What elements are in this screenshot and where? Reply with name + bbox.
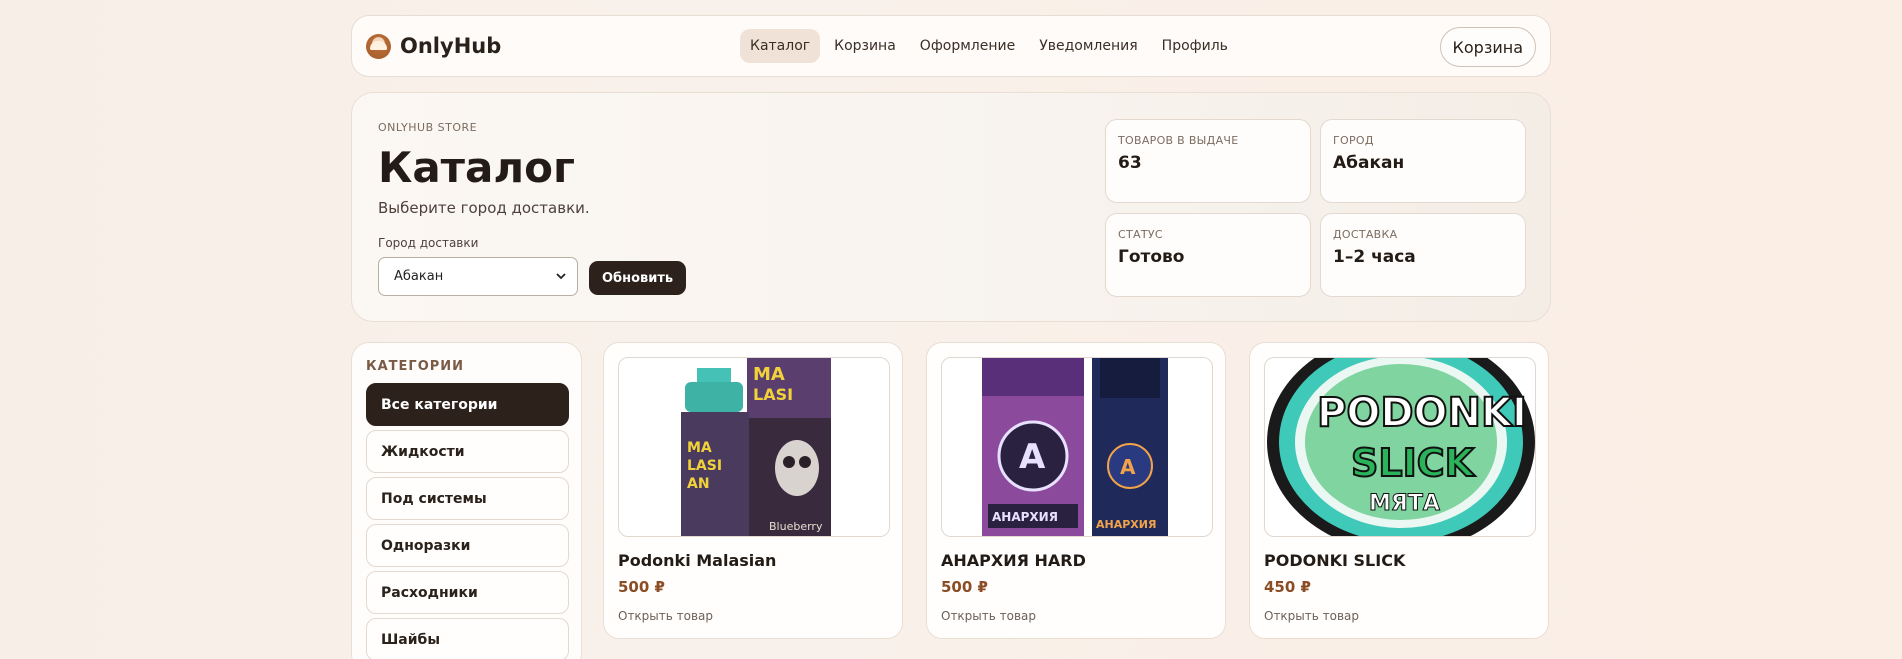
open-product-link[interactable]: Открыть товар — [1264, 609, 1359, 623]
chevron-down-icon — [556, 273, 566, 280]
stat-value: 63 — [1118, 153, 1142, 173]
category-liquids[interactable]: Жидкости — [366, 430, 569, 473]
product-image-malasian[interactable]: MA LASI Blueberry MA LASI AN — [618, 357, 890, 537]
city-select[interactable]: Абакан — [378, 257, 578, 296]
stat-value: 1–2 часа — [1333, 247, 1416, 267]
svg-text:LASI: LASI — [687, 458, 722, 474]
svg-text:Blueberry: Blueberry — [769, 520, 823, 533]
category-all[interactable]: Все категории — [366, 383, 569, 426]
svg-text:МЯТА: МЯТА — [1369, 491, 1440, 516]
product-image-podonki-slick[interactable]: PODONKI SLICK МЯТА — [1264, 357, 1536, 537]
product-image: PODONKI SLICK МЯТА — [1267, 358, 1535, 536]
svg-text:A: A — [1120, 455, 1136, 479]
brand-logo-icon — [366, 33, 391, 59]
product-price: 500 ₽ — [618, 578, 665, 596]
product-image: A АНАРХИЯ A АНАРХИЯ — [982, 358, 1168, 536]
svg-text:АНАРХИЯ: АНАРХИЯ — [992, 510, 1058, 524]
category-pod-systems[interactable]: Под системы — [366, 477, 569, 520]
page-title: Каталог — [378, 143, 575, 192]
nav-item-notifications[interactable]: Уведомления — [1029, 29, 1147, 63]
svg-text:A: A — [1019, 437, 1046, 477]
product-card[interactable]: MA LASI Blueberry MA LASI AN Podonki Mal… — [603, 342, 903, 639]
svg-text:LASI: LASI — [753, 385, 793, 404]
svg-text:PODONKI: PODONKI — [1317, 390, 1527, 436]
open-product-link[interactable]: Открыть товар — [618, 609, 713, 623]
hero-panel: ONLYHUB STORE Каталог Выберите город дос… — [351, 92, 1551, 322]
nav-item-catalog[interactable]: Каталог — [740, 29, 821, 63]
page-subtitle: Выберите город доставки. — [378, 199, 590, 217]
product-price: 450 ₽ — [1264, 578, 1311, 596]
product-image-anarchy[interactable]: A АНАРХИЯ A АНАРХИЯ — [941, 357, 1213, 537]
nav-item-cart[interactable]: Корзина — [824, 29, 906, 63]
svg-text:MA: MA — [753, 364, 785, 385]
product-name: PODONKI SLICK — [1264, 551, 1406, 570]
city-select-value: Абакан — [394, 269, 444, 284]
stat-card-city: ГОРОД Абакан — [1320, 119, 1526, 203]
cart-button[interactable]: Корзина — [1439, 27, 1536, 67]
product-card[interactable]: PODONKI SLICK МЯТА PODONKI SLICK 450 ₽ О… — [1249, 342, 1549, 639]
stat-card-delivery: ДОСТАВКА 1–2 часа — [1320, 213, 1526, 297]
svg-text:MA: MA — [687, 440, 712, 456]
main-nav: Каталог Корзина Оформление Уведомления П… — [740, 29, 1238, 63]
nav-item-checkout[interactable]: Оформление — [910, 29, 1025, 63]
sidebar-title: КАТЕГОРИИ — [366, 359, 465, 374]
product-name: АНАРХИЯ HARD — [941, 551, 1086, 570]
stat-label: ДОСТАВКА — [1333, 228, 1398, 241]
product-price: 500 ₽ — [941, 578, 988, 596]
nav-item-profile[interactable]: Профиль — [1152, 29, 1238, 63]
brand-name: OnlyHub — [400, 34, 502, 58]
stat-value: Готово — [1118, 247, 1185, 267]
city-field-label: Город доставки — [378, 236, 479, 250]
category-sidebar: КАТЕГОРИИ Все категории Жидкости Под сис… — [351, 342, 582, 659]
store-eyebrow: ONLYHUB STORE — [378, 121, 478, 134]
product-name: Podonki Malasian — [618, 551, 777, 570]
svg-text:AN: AN — [687, 476, 710, 492]
product-image: MA LASI Blueberry MA LASI AN — [681, 358, 831, 536]
brand[interactable]: OnlyHub — [366, 33, 502, 59]
open-product-link[interactable]: Открыть товар — [941, 609, 1036, 623]
stat-label: ГОРОД — [1333, 134, 1374, 147]
stat-label: СТАТУС — [1118, 228, 1163, 241]
svg-text:SLICK: SLICK — [1351, 441, 1476, 485]
category-pouches[interactable]: Шайбы — [366, 618, 569, 659]
top-nav-bar: OnlyHub Каталог Корзина Оформление Уведо… — [351, 15, 1551, 77]
category-disposables[interactable]: Одноразки — [366, 524, 569, 567]
category-consumables[interactable]: Расходники — [366, 571, 569, 614]
stat-card-status: СТАТУС Готово — [1105, 213, 1311, 297]
stat-card-items: ТОВАРОВ В ВЫДАЧЕ 63 — [1105, 119, 1311, 203]
product-card[interactable]: A АНАРХИЯ A АНАРХИЯ АНАРХИЯ HARD 500 ₽ О… — [926, 342, 1226, 639]
stat-label: ТОВАРОВ В ВЫДАЧЕ — [1118, 134, 1239, 147]
refresh-button[interactable]: Обновить — [589, 261, 687, 295]
svg-text:АНАРХИЯ: АНАРХИЯ — [1096, 518, 1156, 531]
stat-value: Абакан — [1333, 153, 1405, 173]
